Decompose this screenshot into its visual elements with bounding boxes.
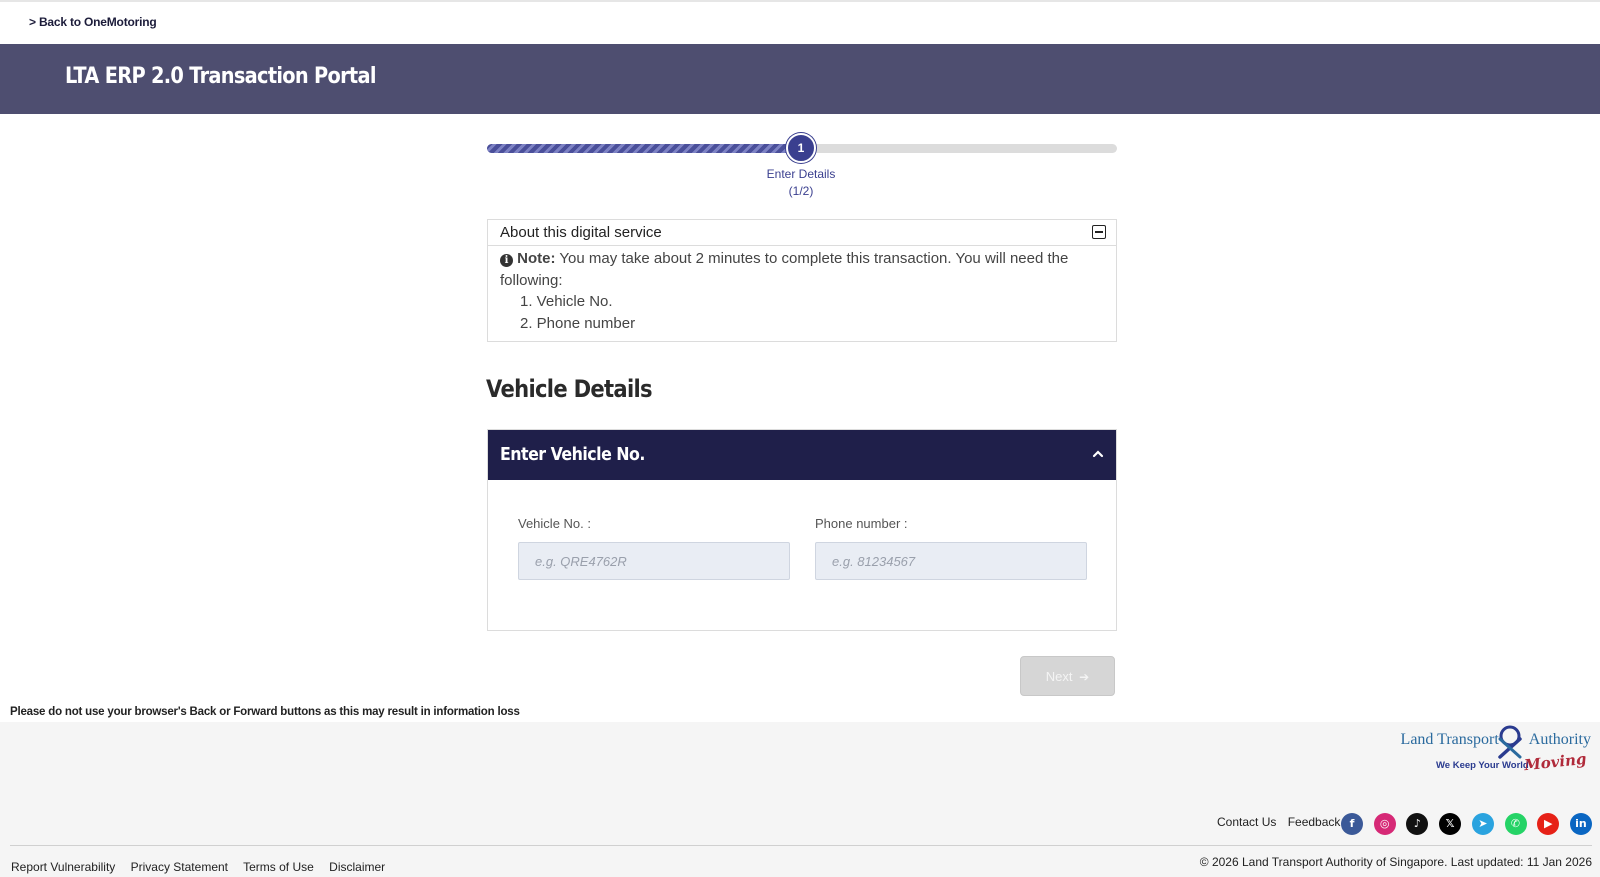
privacy-statement-link[interactable]: Privacy Statement <box>131 860 228 874</box>
vehicle-no-label: Vehicle No. : <box>518 516 591 531</box>
vehicle-details-heading: Vehicle Details <box>486 375 653 403</box>
about-panel-body: i Note: You may take about 2 minutes to … <box>488 246 1116 336</box>
top-divider <box>0 0 1600 2</box>
logo-tagline: We Keep Your World <box>1436 760 1529 771</box>
telegram-icon[interactable]: ➤ <box>1471 813 1494 835</box>
step-indicator: 1 <box>786 133 816 163</box>
chevron-up-icon[interactable] <box>1092 448 1104 460</box>
linkedin-icon[interactable]: in <box>1569 813 1592 835</box>
step-count: (1/2) <box>788 184 814 198</box>
requirements-list: 1. Vehicle No. 2. Phone number <box>500 291 1104 334</box>
contact-us-link[interactable]: Contact Us <box>1217 815 1276 829</box>
logo-moving-text: Moving <box>1523 749 1588 775</box>
phone-number-input[interactable] <box>815 542 1087 580</box>
arrow-right-icon: ➔ <box>1079 669 1090 684</box>
disclaimer-link[interactable]: Disclaimer <box>329 860 385 874</box>
next-button-label: Next <box>1045 668 1073 684</box>
collapse-minus-icon[interactable] <box>1092 225 1106 239</box>
lta-swirl-icon <box>1498 725 1522 759</box>
navigation-warning: Please do not use your browser's Back or… <box>10 706 520 718</box>
whatsapp-icon[interactable]: ✆ <box>1504 813 1527 835</box>
logo-text-right: Authority <box>1528 731 1591 748</box>
about-panel-title: About this digital service <box>500 224 662 241</box>
next-button[interactable]: Next ➔ <box>1020 656 1115 696</box>
terms-of-use-link[interactable]: Terms of Use <box>243 860 314 874</box>
lta-logo: Land Transport Authority We Keep Your Wor… <box>1396 725 1591 785</box>
about-panel-header: About this digital service <box>488 220 1116 246</box>
phone-number-label: Phone number : <box>815 516 908 531</box>
note-text: i Note: You may take about 2 minutes to … <box>500 248 1104 291</box>
footer-bottom-links: Report Vulnerability Privacy Statement T… <box>11 860 397 874</box>
vehicle-card-title: Enter Vehicle No. <box>500 444 645 465</box>
progress-bar-fill <box>487 144 790 153</box>
footer <box>0 722 1600 877</box>
list-item: 1. Vehicle No. <box>520 293 613 310</box>
vehicle-no-input[interactable] <box>518 542 790 580</box>
about-service-panel: About this digital service i Note: You m… <box>487 219 1117 342</box>
vehicle-card-header[interactable]: Enter Vehicle No. <box>488 430 1116 480</box>
info-icon: i <box>500 254 513 267</box>
logo-text-left: Land Transport <box>1400 731 1499 748</box>
step-label: Enter Details (1/2) <box>741 166 861 200</box>
vehicle-card: Enter Vehicle No. Vehicle No. : Phone nu… <box>487 429 1117 631</box>
report-vulnerability-link[interactable]: Report Vulnerability <box>11 860 115 874</box>
list-item: 2. Phone number <box>520 314 636 332</box>
step-label-text: Enter Details <box>766 167 836 181</box>
footer-top-links: Contact Us Feedback <box>1217 815 1348 829</box>
copyright-text: © 2026 Land Transport Authority of Singa… <box>1199 855 1592 869</box>
facebook-icon[interactable]: f <box>1341 813 1363 835</box>
page-title: LTA ERP 2.0 Transaction Portal <box>65 64 376 89</box>
instagram-icon[interactable]: ◎ <box>1373 813 1396 835</box>
x-icon[interactable]: 𝕏 <box>1439 813 1462 835</box>
feedback-link[interactable]: Feedback <box>1288 815 1341 829</box>
note-label: Note: <box>517 250 556 267</box>
header-banner: LTA ERP 2.0 Transaction Portal <box>0 44 1600 114</box>
note-body: You may take about 2 minutes to complete… <box>500 250 1069 289</box>
back-to-onemotoring-link[interactable]: > Back to OneMotoring <box>29 15 157 29</box>
footer-divider <box>10 845 1592 846</box>
